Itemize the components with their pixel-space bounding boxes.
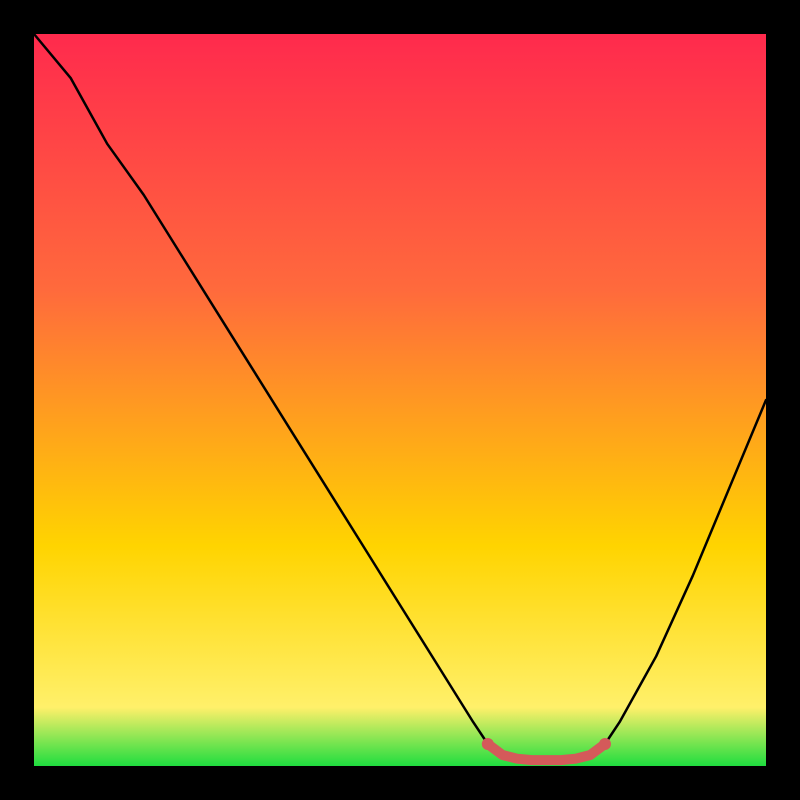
bottleneck-chart (0, 0, 800, 800)
optimal-range-end-dot (482, 738, 494, 750)
optimal-range-end-dot (599, 738, 611, 750)
chart-frame: TheBottleneck.com (0, 0, 800, 800)
